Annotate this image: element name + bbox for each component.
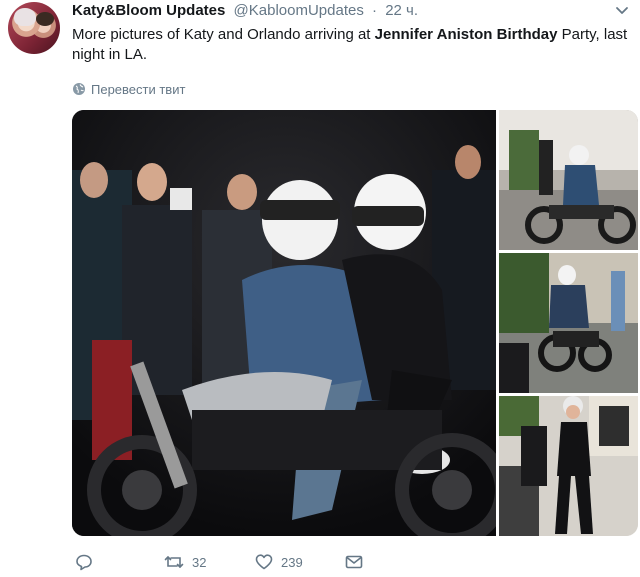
photo-arriving-1 — [499, 110, 638, 250]
photo-arriving-2 — [499, 253, 638, 393]
reply-icon — [76, 554, 92, 571]
separator: · — [372, 2, 378, 19]
translate-label: Перевести твит — [91, 81, 186, 97]
globe-icon — [73, 83, 85, 95]
avatar-detail — [14, 8, 36, 26]
tweet-text-bold[interactable]: Jennifer Aniston Birthday — [375, 26, 558, 43]
tweet-text-part: More pictures of Katy and Orlando arrivi… — [72, 26, 375, 43]
avatar-detail — [36, 12, 54, 26]
like-count: 239 — [281, 554, 303, 570]
like-button[interactable]: 239 — [255, 550, 303, 574]
display-name[interactable]: Katy&Bloom Updates — [72, 2, 225, 19]
tweet-actions: 32 239 — [72, 550, 628, 574]
envelope-icon — [345, 555, 363, 569]
photo-thumb-3[interactable] — [499, 396, 638, 536]
photo-thumb-2[interactable] — [499, 253, 638, 393]
user-handle[interactable]: @KabloomUpdates — [234, 2, 364, 19]
tweet-text: More pictures of Katy and Orlando arrivi… — [72, 25, 628, 65]
tweet-header: Katy&Bloom Updates @KabloomUpdates · 22 … — [72, 2, 418, 22]
chevron-down-icon[interactable] — [614, 2, 630, 18]
translate-tweet-link[interactable]: Перевести твит — [72, 80, 185, 98]
photo-main[interactable] — [72, 110, 496, 536]
media-grid — [72, 110, 638, 536]
retweet-icon — [164, 556, 184, 568]
reply-button[interactable] — [75, 550, 93, 574]
avatar[interactable] — [8, 2, 60, 54]
photo-katy-walking — [499, 396, 638, 536]
motorcycle-photo — [72, 110, 496, 536]
photo-thumb-1[interactable] — [499, 110, 638, 250]
retweet-button[interactable]: 32 — [164, 550, 206, 574]
retweet-count: 32 — [192, 554, 207, 570]
heart-icon — [255, 554, 273, 570]
timestamp[interactable]: 22 ч. — [385, 2, 418, 19]
direct-message-button[interactable] — [345, 550, 363, 574]
